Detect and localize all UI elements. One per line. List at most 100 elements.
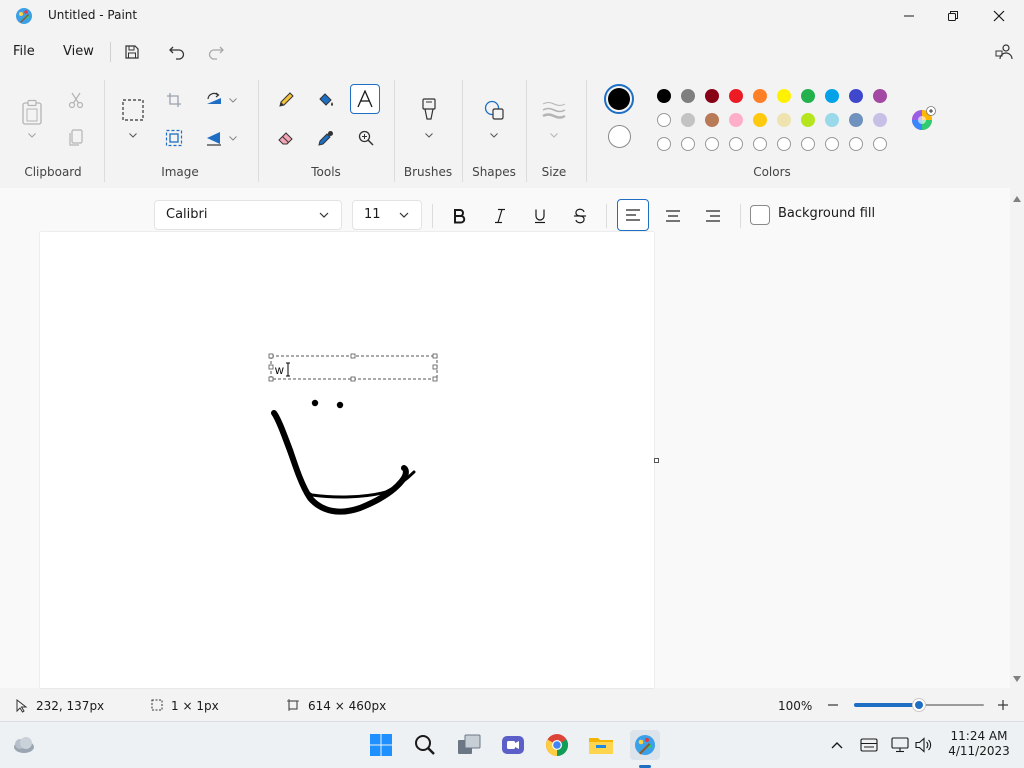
- file-explorer-button[interactable]: [586, 730, 616, 760]
- custom-color-slot[interactable]: [849, 137, 863, 151]
- zoom-in-icon[interactable]: [997, 699, 1009, 711]
- redo-button[interactable]: [203, 40, 229, 64]
- touch-keyboard-button[interactable]: [856, 730, 882, 760]
- text-box-border[interactable]: [270, 355, 438, 380]
- flip-button[interactable]: [200, 124, 228, 152]
- flip-dropdown-chevron-icon[interactable]: [228, 133, 238, 143]
- text-box-handle[interactable]: [268, 353, 274, 359]
- network-button[interactable]: [888, 730, 912, 760]
- scroll-up-arrow-icon[interactable]: [1013, 196, 1021, 202]
- palette-color-swatch[interactable]: [849, 89, 863, 103]
- custom-color-slot[interactable]: [825, 137, 839, 151]
- copy-button[interactable]: [62, 124, 90, 152]
- align-left-button[interactable]: [617, 199, 649, 231]
- palette-color-swatch[interactable]: [777, 113, 791, 127]
- palette-color-swatch[interactable]: [801, 89, 815, 103]
- save-button[interactable]: [119, 40, 145, 64]
- custom-color-slot[interactable]: [753, 137, 767, 151]
- custom-color-slot[interactable]: [777, 137, 791, 151]
- restore-button[interactable]: [930, 0, 976, 32]
- minimize-button[interactable]: [886, 0, 932, 32]
- zoom-slider-thumb[interactable]: [913, 699, 925, 711]
- palette-color-swatch[interactable]: [849, 113, 863, 127]
- palette-color-swatch[interactable]: [873, 89, 887, 103]
- fill-tool-button[interactable]: [312, 86, 340, 114]
- custom-color-slot[interactable]: [657, 137, 671, 151]
- menu-file[interactable]: File: [13, 34, 35, 70]
- canvas-resize-handle[interactable]: [654, 458, 659, 463]
- palette-color-swatch[interactable]: [729, 89, 743, 103]
- font-family-dropdown[interactable]: Calibri: [154, 200, 342, 230]
- palette-color-swatch[interactable]: [753, 89, 767, 103]
- close-button[interactable]: [976, 0, 1022, 32]
- text-box-content[interactable]: w: [274, 363, 284, 377]
- custom-color-slot[interactable]: [801, 137, 815, 151]
- color-picker-tool-button[interactable]: [312, 124, 340, 152]
- show-hidden-icons-button[interactable]: [824, 730, 850, 760]
- custom-color-slot[interactable]: [705, 137, 719, 151]
- start-button[interactable]: [366, 730, 396, 760]
- rotate-dropdown-chevron-icon[interactable]: [228, 95, 238, 105]
- teams-chat-button[interactable]: [498, 730, 528, 760]
- paint-taskbar-button[interactable]: [630, 730, 660, 760]
- strikethrough-button[interactable]: [565, 202, 595, 230]
- bold-button[interactable]: [444, 202, 474, 230]
- text-box-handle[interactable]: [350, 376, 356, 382]
- task-view-button[interactable]: [454, 730, 484, 760]
- select-dropdown-chevron-icon[interactable]: [128, 130, 138, 140]
- text-box-handle[interactable]: [268, 364, 274, 370]
- share-button[interactable]: [991, 40, 1017, 64]
- size-dropdown-chevron-icon[interactable]: [549, 130, 559, 140]
- palette-color-swatch[interactable]: [777, 89, 791, 103]
- font-size-dropdown[interactable]: 11: [352, 200, 422, 230]
- magnifier-tool-button[interactable]: [352, 124, 380, 152]
- shapes-button[interactable]: [480, 96, 508, 124]
- italic-button[interactable]: [485, 202, 515, 230]
- cut-button[interactable]: [62, 86, 90, 114]
- menu-view[interactable]: View: [63, 34, 94, 70]
- text-box-handle[interactable]: [432, 376, 438, 382]
- weather-widget-button[interactable]: [8, 730, 38, 760]
- palette-color-swatch[interactable]: [801, 113, 815, 127]
- text-box-handle[interactable]: [350, 353, 356, 359]
- shapes-dropdown-chevron-icon[interactable]: [489, 130, 499, 140]
- background-fill-checkbox[interactable]: [750, 205, 770, 225]
- edit-colors-button[interactable]: [910, 106, 936, 132]
- custom-color-slot[interactable]: [873, 137, 887, 151]
- zoom-slider[interactable]: [854, 699, 984, 711]
- palette-color-swatch[interactable]: [705, 89, 719, 103]
- brushes-button[interactable]: [415, 96, 443, 124]
- palette-color-swatch[interactable]: [825, 113, 839, 127]
- chrome-button[interactable]: [542, 730, 572, 760]
- primary-color-button[interactable]: [604, 84, 634, 114]
- size-button[interactable]: [540, 96, 568, 124]
- volume-button[interactable]: [912, 730, 936, 760]
- eraser-tool-button[interactable]: [272, 124, 300, 152]
- drawing-canvas[interactable]: w: [40, 232, 654, 688]
- palette-color-swatch[interactable]: [705, 113, 719, 127]
- text-box-handle[interactable]: [432, 353, 438, 359]
- crop-button[interactable]: [160, 86, 188, 114]
- text-tool-button[interactable]: [350, 84, 380, 114]
- rotate-button[interactable]: [200, 86, 228, 114]
- palette-color-swatch[interactable]: [657, 89, 671, 103]
- undo-button[interactable]: [164, 40, 190, 64]
- secondary-color-button[interactable]: [608, 125, 631, 148]
- text-box-handle[interactable]: [268, 376, 274, 382]
- zoom-out-icon[interactable]: [827, 699, 839, 711]
- search-button[interactable]: [410, 730, 440, 760]
- text-box-handle[interactable]: [432, 364, 438, 370]
- vertical-scrollbar[interactable]: [1010, 190, 1024, 688]
- palette-color-swatch[interactable]: [873, 113, 887, 127]
- palette-color-swatch[interactable]: [681, 113, 695, 127]
- palette-color-swatch[interactable]: [825, 89, 839, 103]
- paste-dropdown-chevron-icon[interactable]: [27, 130, 37, 140]
- clock-area[interactable]: 11:24 AM 4/11/2023: [946, 729, 1012, 759]
- custom-color-slot[interactable]: [729, 137, 743, 151]
- palette-color-swatch[interactable]: [753, 113, 767, 127]
- resize-button[interactable]: [160, 124, 188, 152]
- palette-color-swatch[interactable]: [657, 113, 671, 127]
- scroll-down-arrow-icon[interactable]: [1013, 676, 1021, 682]
- align-right-button[interactable]: [698, 202, 728, 230]
- custom-color-slot[interactable]: [681, 137, 695, 151]
